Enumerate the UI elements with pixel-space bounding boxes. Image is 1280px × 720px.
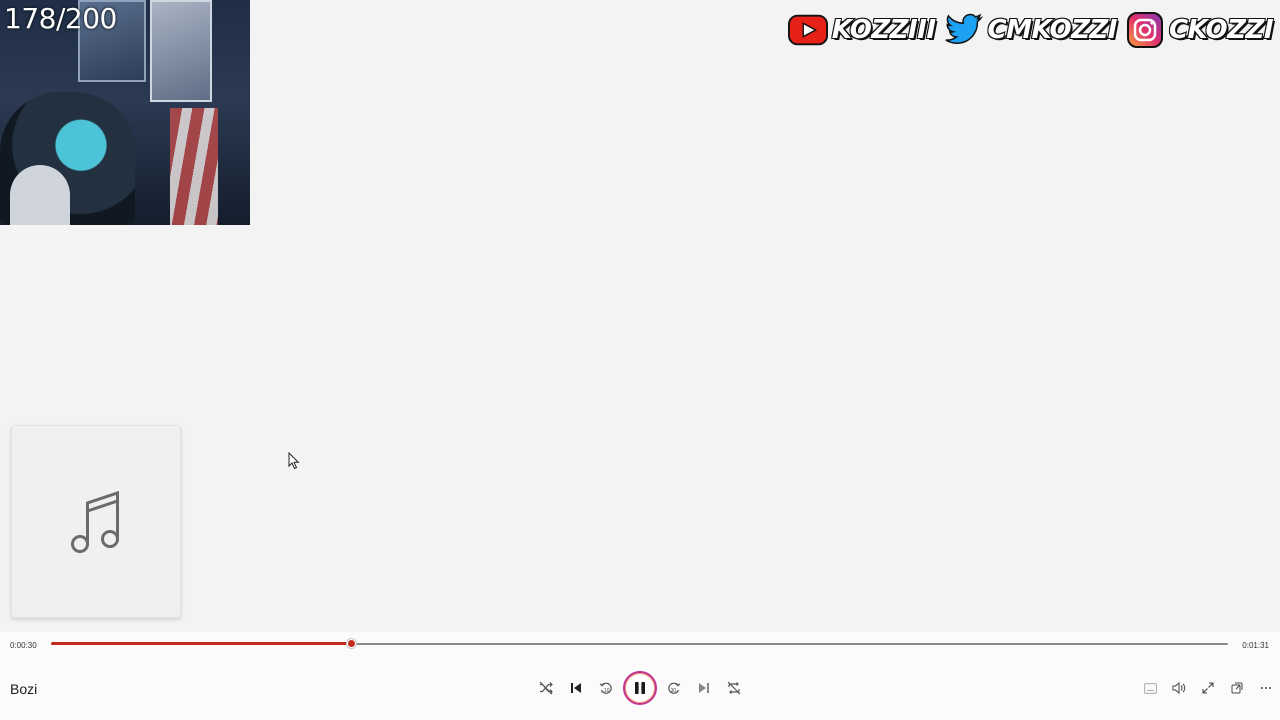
volume-button[interactable]: [1169, 676, 1189, 700]
goal-counter: 178/200: [4, 2, 117, 35]
previous-icon: [571, 683, 581, 693]
rewind-10-button[interactable]: 10: [593, 675, 619, 701]
duration: 0:01:31: [1242, 641, 1269, 650]
instagram-icon: [1125, 12, 1165, 48]
mini-player-button[interactable]: [1227, 676, 1247, 700]
twitter-icon: [944, 12, 984, 48]
youtube-icon: [787, 12, 828, 48]
seek-bar-thumb[interactable]: [346, 639, 356, 648]
forward-30-button[interactable]: 30: [661, 675, 687, 701]
social-handles-banner: KOZZIII CMKOZZI CKOZZI: [787, 10, 1277, 50]
pause-icon: [635, 682, 645, 694]
fullscreen-button[interactable]: [1198, 676, 1218, 700]
seek-bar[interactable]: [51, 639, 1228, 648]
pause-button[interactable]: [623, 671, 657, 705]
repeat-button[interactable]: [721, 675, 747, 701]
instagram-handle: CKOZZI: [1168, 14, 1275, 46]
youtube-handle: KOZZIII: [831, 14, 937, 46]
mouse-cursor-icon: [288, 452, 300, 470]
shuffle-button[interactable]: [533, 675, 559, 701]
forward-30-icon: 30: [668, 682, 681, 694]
fullscreen-icon: [1202, 682, 1214, 694]
mini-player-icon: [1231, 682, 1243, 694]
album-art[interactable]: [11, 425, 181, 618]
background-flag: [170, 108, 218, 225]
more-button[interactable]: [1256, 676, 1276, 700]
next-icon: [699, 683, 709, 693]
volume-icon: [1172, 682, 1186, 694]
repeat-icon: [727, 681, 741, 695]
view-controls: [1140, 676, 1276, 700]
twitter-handle: CMKOZZI: [987, 14, 1119, 46]
music-note-icon: [71, 490, 119, 553]
media-player-bar: 0:00:30 0:01:31 Bozi 10 30: [0, 632, 1280, 720]
seek-bar-progress: [51, 642, 351, 645]
track-title[interactable]: Bozi: [10, 681, 37, 697]
next-button[interactable]: [691, 675, 717, 701]
svg-text:10: 10: [604, 688, 610, 694]
subtitles-icon: [1143, 682, 1157, 694]
previous-button[interactable]: [563, 675, 589, 701]
subtitles-button[interactable]: [1140, 676, 1160, 700]
svg-text:30: 30: [671, 688, 677, 694]
current-time: 0:00:30: [10, 641, 37, 650]
playback-controls: 10 30: [533, 669, 747, 707]
more-icon: [1261, 687, 1271, 689]
shuffle-icon: [539, 681, 553, 695]
rewind-10-icon: 10: [599, 682, 612, 694]
streamer-face: [10, 165, 70, 225]
background-poster: [150, 0, 212, 102]
webcam-overlay: 178/200: [0, 0, 250, 225]
